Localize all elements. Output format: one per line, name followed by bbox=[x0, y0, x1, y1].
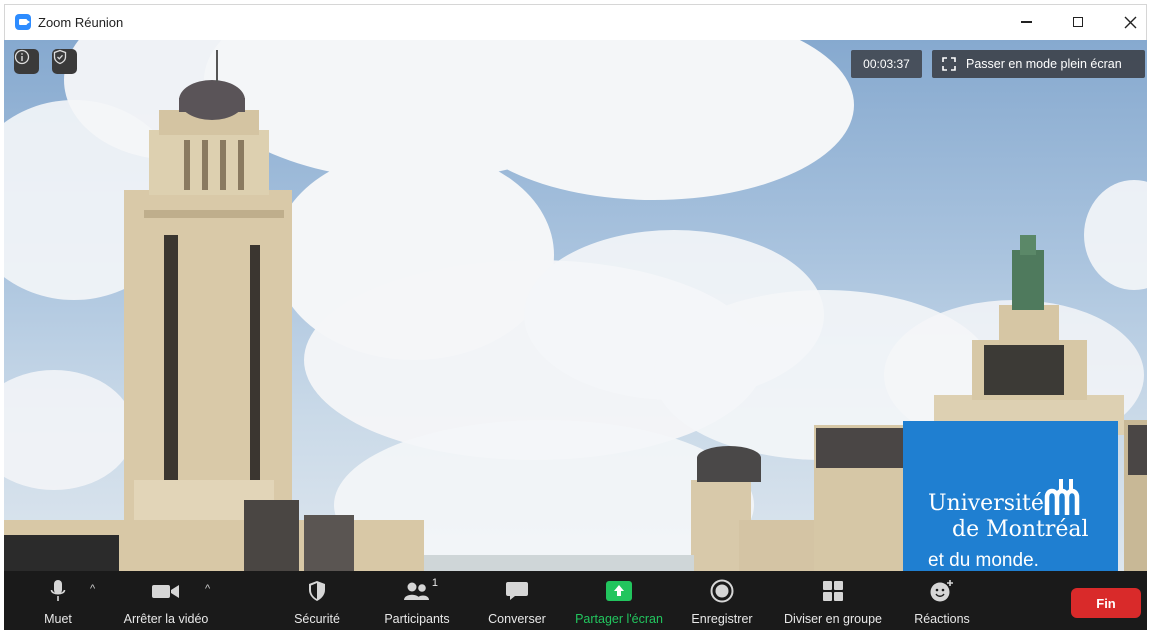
mute-label: Muet bbox=[44, 612, 72, 626]
udem-emblem-icon bbox=[1044, 479, 1080, 515]
share-screen-button[interactable]: Partager l'écran bbox=[568, 571, 670, 630]
logo-line-3: et du monde. bbox=[928, 550, 1039, 571]
maximize-icon bbox=[1073, 17, 1083, 27]
minimize-icon bbox=[1020, 21, 1032, 23]
logo-line-2: de Montréal bbox=[952, 517, 1089, 542]
stop-video-button[interactable]: Arrêter la vidéo bbox=[116, 571, 216, 630]
meeting-timer: 00:03:37 bbox=[851, 50, 922, 78]
fullscreen-label: Passer en mode plein écran bbox=[966, 57, 1122, 71]
title-bar: Zoom Réunion bbox=[4, 4, 1147, 40]
fullscreen-button[interactable]: Passer en mode plein écran bbox=[932, 50, 1145, 78]
chat-bubble-icon bbox=[506, 582, 528, 600]
close-icon bbox=[1124, 16, 1136, 28]
record-icon bbox=[710, 579, 734, 603]
reactions-button[interactable]: Réactions bbox=[907, 571, 977, 630]
close-button[interactable] bbox=[1107, 7, 1151, 37]
minimize-button[interactable] bbox=[1003, 7, 1049, 37]
security-label: Sécurité bbox=[294, 612, 340, 626]
participants-label: Participants bbox=[384, 612, 450, 626]
participants-button[interactable]: 1 Participants bbox=[377, 571, 457, 630]
university-logo-panel: Université de Montréal et du monde. bbox=[903, 421, 1118, 571]
window-title: Zoom Réunion bbox=[38, 15, 124, 30]
fullscreen-icon bbox=[942, 57, 956, 71]
breakout-rooms-button[interactable]: Diviser en groupe bbox=[777, 571, 889, 630]
microphone-icon bbox=[50, 580, 66, 601]
breakout-grid-icon bbox=[823, 581, 843, 601]
breakout-label: Diviser en groupe bbox=[784, 612, 882, 626]
video-camera-icon bbox=[152, 585, 179, 598]
share-screen-icon bbox=[606, 581, 632, 601]
participants-icon bbox=[404, 582, 429, 600]
end-meeting-button[interactable]: Fin bbox=[1071, 588, 1141, 618]
smiley-add-icon bbox=[930, 580, 953, 602]
encryption-button[interactable] bbox=[52, 49, 77, 74]
video-area: 00:03:37 Passer en mode plein écran Univ… bbox=[4, 40, 1147, 571]
meeting-info-button[interactable] bbox=[14, 49, 39, 74]
share-screen-label: Partager l'écran bbox=[575, 612, 663, 626]
logo-line-1: Université bbox=[928, 491, 1044, 516]
zoom-app-icon bbox=[15, 14, 31, 30]
meeting-toolbar: Muet ^ Arrêter la vidéo ^ Sécurité 1 Par… bbox=[4, 571, 1147, 630]
security-button[interactable]: Sécurité bbox=[287, 571, 347, 630]
record-button[interactable]: Enregistrer bbox=[687, 571, 757, 630]
maximize-button[interactable] bbox=[1055, 7, 1101, 37]
record-label: Enregistrer bbox=[691, 612, 753, 626]
shield-icon bbox=[309, 581, 325, 601]
audio-options-chevron-icon[interactable]: ^ bbox=[90, 583, 95, 595]
mute-button[interactable]: Muet bbox=[37, 571, 79, 630]
info-icon bbox=[14, 49, 30, 65]
chat-label: Converser bbox=[488, 612, 546, 626]
video-options-chevron-icon[interactable]: ^ bbox=[205, 583, 210, 595]
participants-count: 1 bbox=[431, 577, 438, 589]
stop-video-label: Arrêter la vidéo bbox=[123, 612, 209, 626]
shield-check-icon bbox=[53, 49, 67, 65]
chat-button[interactable]: Converser bbox=[482, 571, 552, 630]
reactions-label: Réactions bbox=[914, 612, 970, 626]
